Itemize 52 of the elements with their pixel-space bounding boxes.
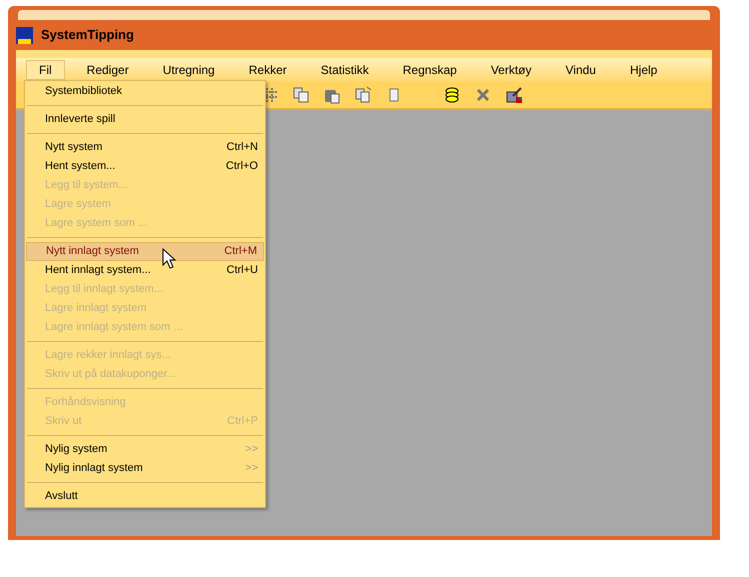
submenu-arrow: >> xyxy=(245,442,258,458)
menu-item[interactable]: Regnskap xyxy=(390,60,469,80)
menu-entry-label: Lagre system som ... xyxy=(45,216,148,232)
documents-icon[interactable] xyxy=(354,86,372,104)
menu-entry[interactable]: Nytt system Ctrl+N xyxy=(26,138,264,157)
menu-entry-label: Lagre innlagt system som ... xyxy=(45,320,183,336)
menu-entry-label: Forhåndsvisning xyxy=(45,395,126,410)
shortcut-label: Ctrl+U xyxy=(226,263,258,278)
menu-item[interactable]: Verktøy xyxy=(478,60,544,80)
app-logo-icon xyxy=(16,26,33,44)
menu-entry-label: Legg til innlagt system... xyxy=(45,282,164,298)
menu-entry-label: Skriv ut på datakuponger... xyxy=(45,367,176,382)
menu-entry[interactable]: Avslutt xyxy=(26,487,264,506)
menu-entry-label: Nytt innlagt system xyxy=(46,244,139,260)
menu-entry-label: Lagre rekker innlagt sys... xyxy=(45,348,171,364)
menu-entry-label: Hent innlagt system... xyxy=(45,263,151,278)
menu-entry[interactable]: Innleverte spill xyxy=(26,110,264,129)
menu-item[interactable]: Statistikk xyxy=(308,60,381,80)
menu-entry-label: Lagre innlagt system xyxy=(45,301,146,316)
menu-entry-label: Lagre system xyxy=(45,197,112,212)
menu-entry-label: Nylig innlagt system xyxy=(45,461,143,476)
menu-item[interactable]: Utregning xyxy=(150,60,227,80)
close-icon[interactable] xyxy=(474,86,492,104)
menu-entry[interactable]: Systembibliotek xyxy=(26,82,264,101)
submenu-arrow: >> xyxy=(245,461,258,476)
shortcut-label: Ctrl+M xyxy=(224,244,257,260)
menu-entry-label: Hent system... xyxy=(45,159,116,174)
menu-entry-label: Systembibliotek xyxy=(45,84,122,100)
menu-entry-label: Nytt system xyxy=(45,140,102,156)
menu-item[interactable]: Fil xyxy=(26,60,65,80)
menu-item[interactable]: Vindu xyxy=(554,60,608,80)
shortcut-label: Ctrl+O xyxy=(226,159,258,174)
menu-entry-label: Skriv ut xyxy=(45,414,82,430)
menu-item[interactable]: Rekker xyxy=(236,60,299,80)
menu-entry-label: Innleverte spill xyxy=(45,112,116,128)
menu-entry-label: Legg til system... xyxy=(45,178,128,194)
menu-entry-label: Avslutt xyxy=(45,489,78,504)
menu-entry[interactable]: Nylig innlagt system >> xyxy=(26,459,264,478)
coins-icon[interactable] xyxy=(443,86,461,104)
shortcut-label: Ctrl+P xyxy=(227,414,258,430)
shortcut-label: Ctrl+N xyxy=(226,140,258,156)
mouse-pointer-icon xyxy=(162,248,176,269)
menu-entry[interactable]: Nytt innlagt system Ctrl+M xyxy=(26,242,264,261)
copy-icon[interactable] xyxy=(292,86,310,104)
menu-entry[interactable]: Hent innlagt system... Ctrl+U xyxy=(26,261,264,280)
tools-icon[interactable] xyxy=(505,86,523,104)
menu-entry[interactable]: Nylig system >> xyxy=(26,440,264,459)
window-title: SystemTipping xyxy=(41,26,134,44)
menu-item[interactable]: Rediger xyxy=(74,60,141,80)
menu-entry[interactable]: Hent system... Ctrl+O xyxy=(26,157,264,176)
menu-item[interactable]: Hjelp xyxy=(618,60,670,80)
menu-entry-label: Nylig system xyxy=(45,442,108,458)
